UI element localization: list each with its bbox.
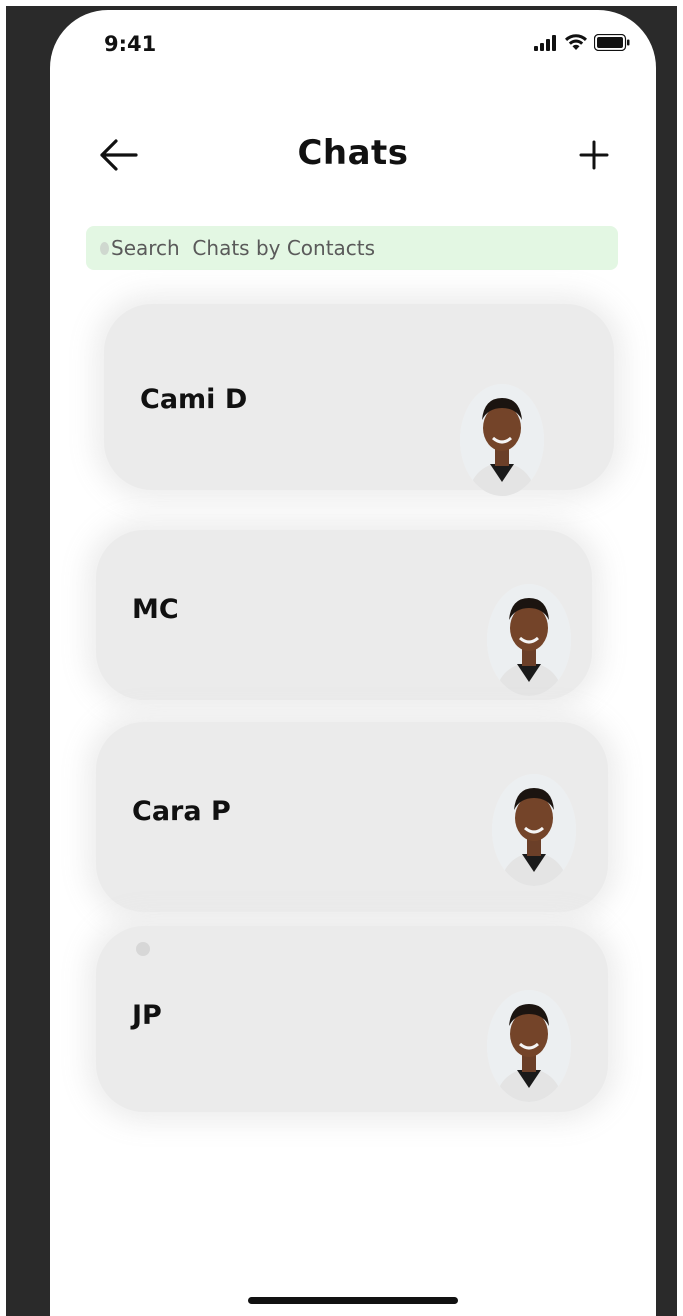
signal-icon — [534, 35, 556, 51]
avatar-photo — [487, 990, 571, 1102]
phone-screen: 9:41 Chats Search Chats by Contacts Cami… — [50, 10, 656, 1316]
chat-item-cami-d[interactable]: Cami D — [104, 304, 614, 496]
home-indicator[interactable] — [248, 1297, 458, 1304]
chat-item-cara-p[interactable]: Cara P — [96, 722, 608, 912]
avatar — [487, 584, 571, 696]
avatar — [492, 774, 576, 886]
status-time: 9:41 — [104, 32, 157, 56]
search-input[interactable] — [111, 236, 571, 260]
device-frame: 9:41 Chats Search Chats by Contacts Cami… — [0, 0, 683, 1316]
chat-name: MC — [132, 594, 179, 625]
avatar-photo — [460, 384, 544, 496]
chat-name: Cara P — [132, 796, 231, 827]
avatar — [487, 990, 571, 1102]
chat-name: Cami D — [140, 384, 248, 415]
page-title: Chats — [297, 133, 409, 173]
chat-item-mc[interactable]: MC — [96, 530, 592, 700]
search-icon — [100, 241, 109, 255]
chat-name: JP — [132, 1000, 162, 1031]
status-icons — [534, 34, 630, 51]
search-bar — [86, 226, 618, 270]
plus-icon[interactable] — [576, 137, 612, 173]
avatar — [460, 384, 544, 496]
status-dot — [136, 942, 150, 956]
battery-icon — [594, 34, 630, 51]
chat-item-jp[interactable]: JP — [96, 926, 608, 1112]
chats-header: Chats — [50, 125, 656, 185]
avatar-photo — [492, 774, 576, 886]
avatar-photo — [487, 584, 571, 696]
wifi-icon — [565, 34, 587, 50]
